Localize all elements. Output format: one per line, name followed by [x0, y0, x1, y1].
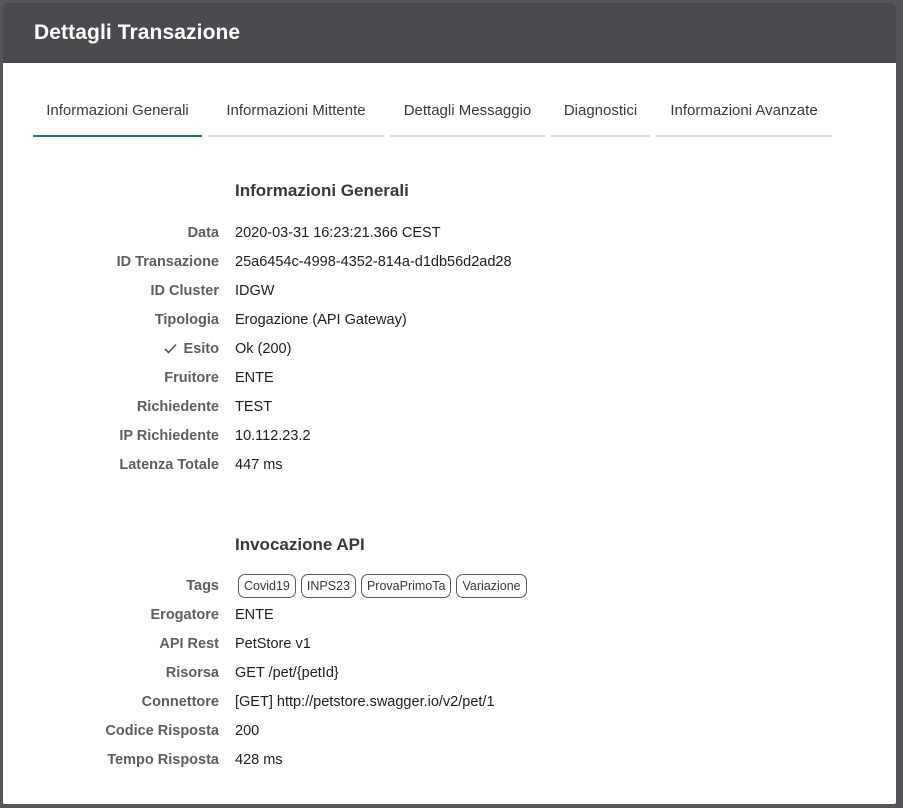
field-value: ENTE: [235, 606, 274, 623]
field-label: Tempo Risposta: [107, 751, 219, 768]
field-value: Ok (200): [235, 340, 292, 357]
field-label: ID Transazione: [116, 253, 219, 270]
field-value: ENTE: [235, 369, 274, 386]
field-value: 447 ms: [235, 456, 283, 473]
field-row-fruitore: Fruitore ENTE: [3, 363, 896, 392]
field-row-ip-richiedente: IP Richiedente 10.112.23.2: [3, 421, 896, 450]
field-value: 10.112.23.2: [235, 427, 311, 444]
field-value: 2020-03-31 16:23:21.366 CEST: [235, 224, 441, 241]
field-row-tags: Tags Covid19 INPS23 ProvaPrimoTa Variazi…: [3, 571, 896, 600]
tab-diagnostici[interactable]: Diagnostici: [551, 93, 650, 137]
field-label: Esito: [183, 340, 219, 357]
check-icon: [163, 343, 177, 354]
field-label: Latenza Totale: [119, 456, 219, 473]
field-label: Erogatore: [150, 606, 220, 623]
tab-informazioni-mittente[interactable]: Informazioni Mittente: [208, 93, 384, 137]
tab-bar: Informazioni Generali Informazioni Mitte…: [33, 93, 838, 139]
field-row-id-transazione: ID Transazione 25a6454c-4998-4352-814a-d…: [3, 247, 896, 276]
field-row-data: Data 2020-03-31 16:23:21.366 CEST: [3, 218, 896, 247]
field-value: TEST: [235, 398, 273, 415]
field-label: Tipologia: [154, 311, 219, 328]
field-label: Codice Risposta: [105, 722, 219, 739]
field-label: Connettore: [141, 693, 219, 710]
tag-chip: INPS23: [300, 573, 356, 598]
field-value: Erogazione (API Gateway): [235, 311, 407, 328]
dialog-title: Dettagli Transazione: [34, 21, 241, 44]
field-row-esito: Esito Ok (200): [3, 334, 896, 363]
field-value: 25a6454c-4998-4352-814a-d1db56d2ad28: [235, 253, 512, 270]
field-row-id-cluster: ID Cluster IDGW: [3, 276, 896, 305]
tab-dettagli-messaggio[interactable]: Dettagli Messaggio: [390, 93, 545, 137]
field-value: IDGW: [235, 282, 275, 299]
general-section-title: Informazioni Generali: [235, 181, 409, 200]
field-value: PetStore v1: [235, 635, 311, 652]
field-row-erogatore: Erogatore ENTE: [3, 600, 896, 629]
field-row-latenza-totale: Latenza Totale 447 ms: [3, 450, 896, 479]
field-label-esito: Esito: [3, 341, 219, 357]
field-value: 428 ms: [235, 751, 283, 768]
field-value: [GET] http://petstore.swagger.io/v2/pet/…: [235, 693, 495, 710]
tag-list: Covid19 INPS23 ProvaPrimoTa Variazione: [238, 573, 532, 598]
tag-chip: Covid19: [238, 573, 296, 598]
field-label: Richiedente: [136, 398, 219, 415]
transaction-details-dialog: Dettagli Transazione Informazioni Genera…: [3, 3, 896, 804]
field-value: 200: [235, 722, 260, 739]
field-row-tempo-risposta: Tempo Risposta 428 ms: [3, 745, 896, 774]
dialog-header: Dettagli Transazione: [3, 3, 896, 63]
field-row-connettore: Connettore [GET] http://petstore.swagger…: [3, 687, 896, 716]
field-row-codice-risposta: Codice Risposta 200: [3, 716, 896, 745]
field-label: ID Cluster: [150, 282, 220, 299]
invocation-section-title: Invocazione API: [235, 535, 365, 554]
tag-chip: ProvaPrimoTa: [360, 573, 452, 598]
field-label: Risorsa: [165, 664, 219, 681]
field-label: Data: [187, 224, 219, 241]
field-row-richiedente: Richiedente TEST: [3, 392, 896, 421]
field-value: GET /pet/{petId}: [235, 664, 339, 681]
field-row-tipologia: Tipologia Erogazione (API Gateway): [3, 305, 896, 334]
field-row-api-rest: API Rest PetStore v1: [3, 629, 896, 658]
field-row-risorsa: Risorsa GET /pet/{petId}: [3, 658, 896, 687]
field-label: IP Richiedente: [119, 427, 219, 444]
tag-chip: Variazione: [456, 573, 527, 598]
field-label: API Rest: [159, 635, 219, 652]
field-label: Fruitore: [164, 369, 219, 386]
field-label: Tags: [186, 577, 219, 594]
tab-informazioni-generali[interactable]: Informazioni Generali: [33, 93, 202, 137]
tab-informazioni-avanzate[interactable]: Informazioni Avanzate: [656, 93, 832, 137]
